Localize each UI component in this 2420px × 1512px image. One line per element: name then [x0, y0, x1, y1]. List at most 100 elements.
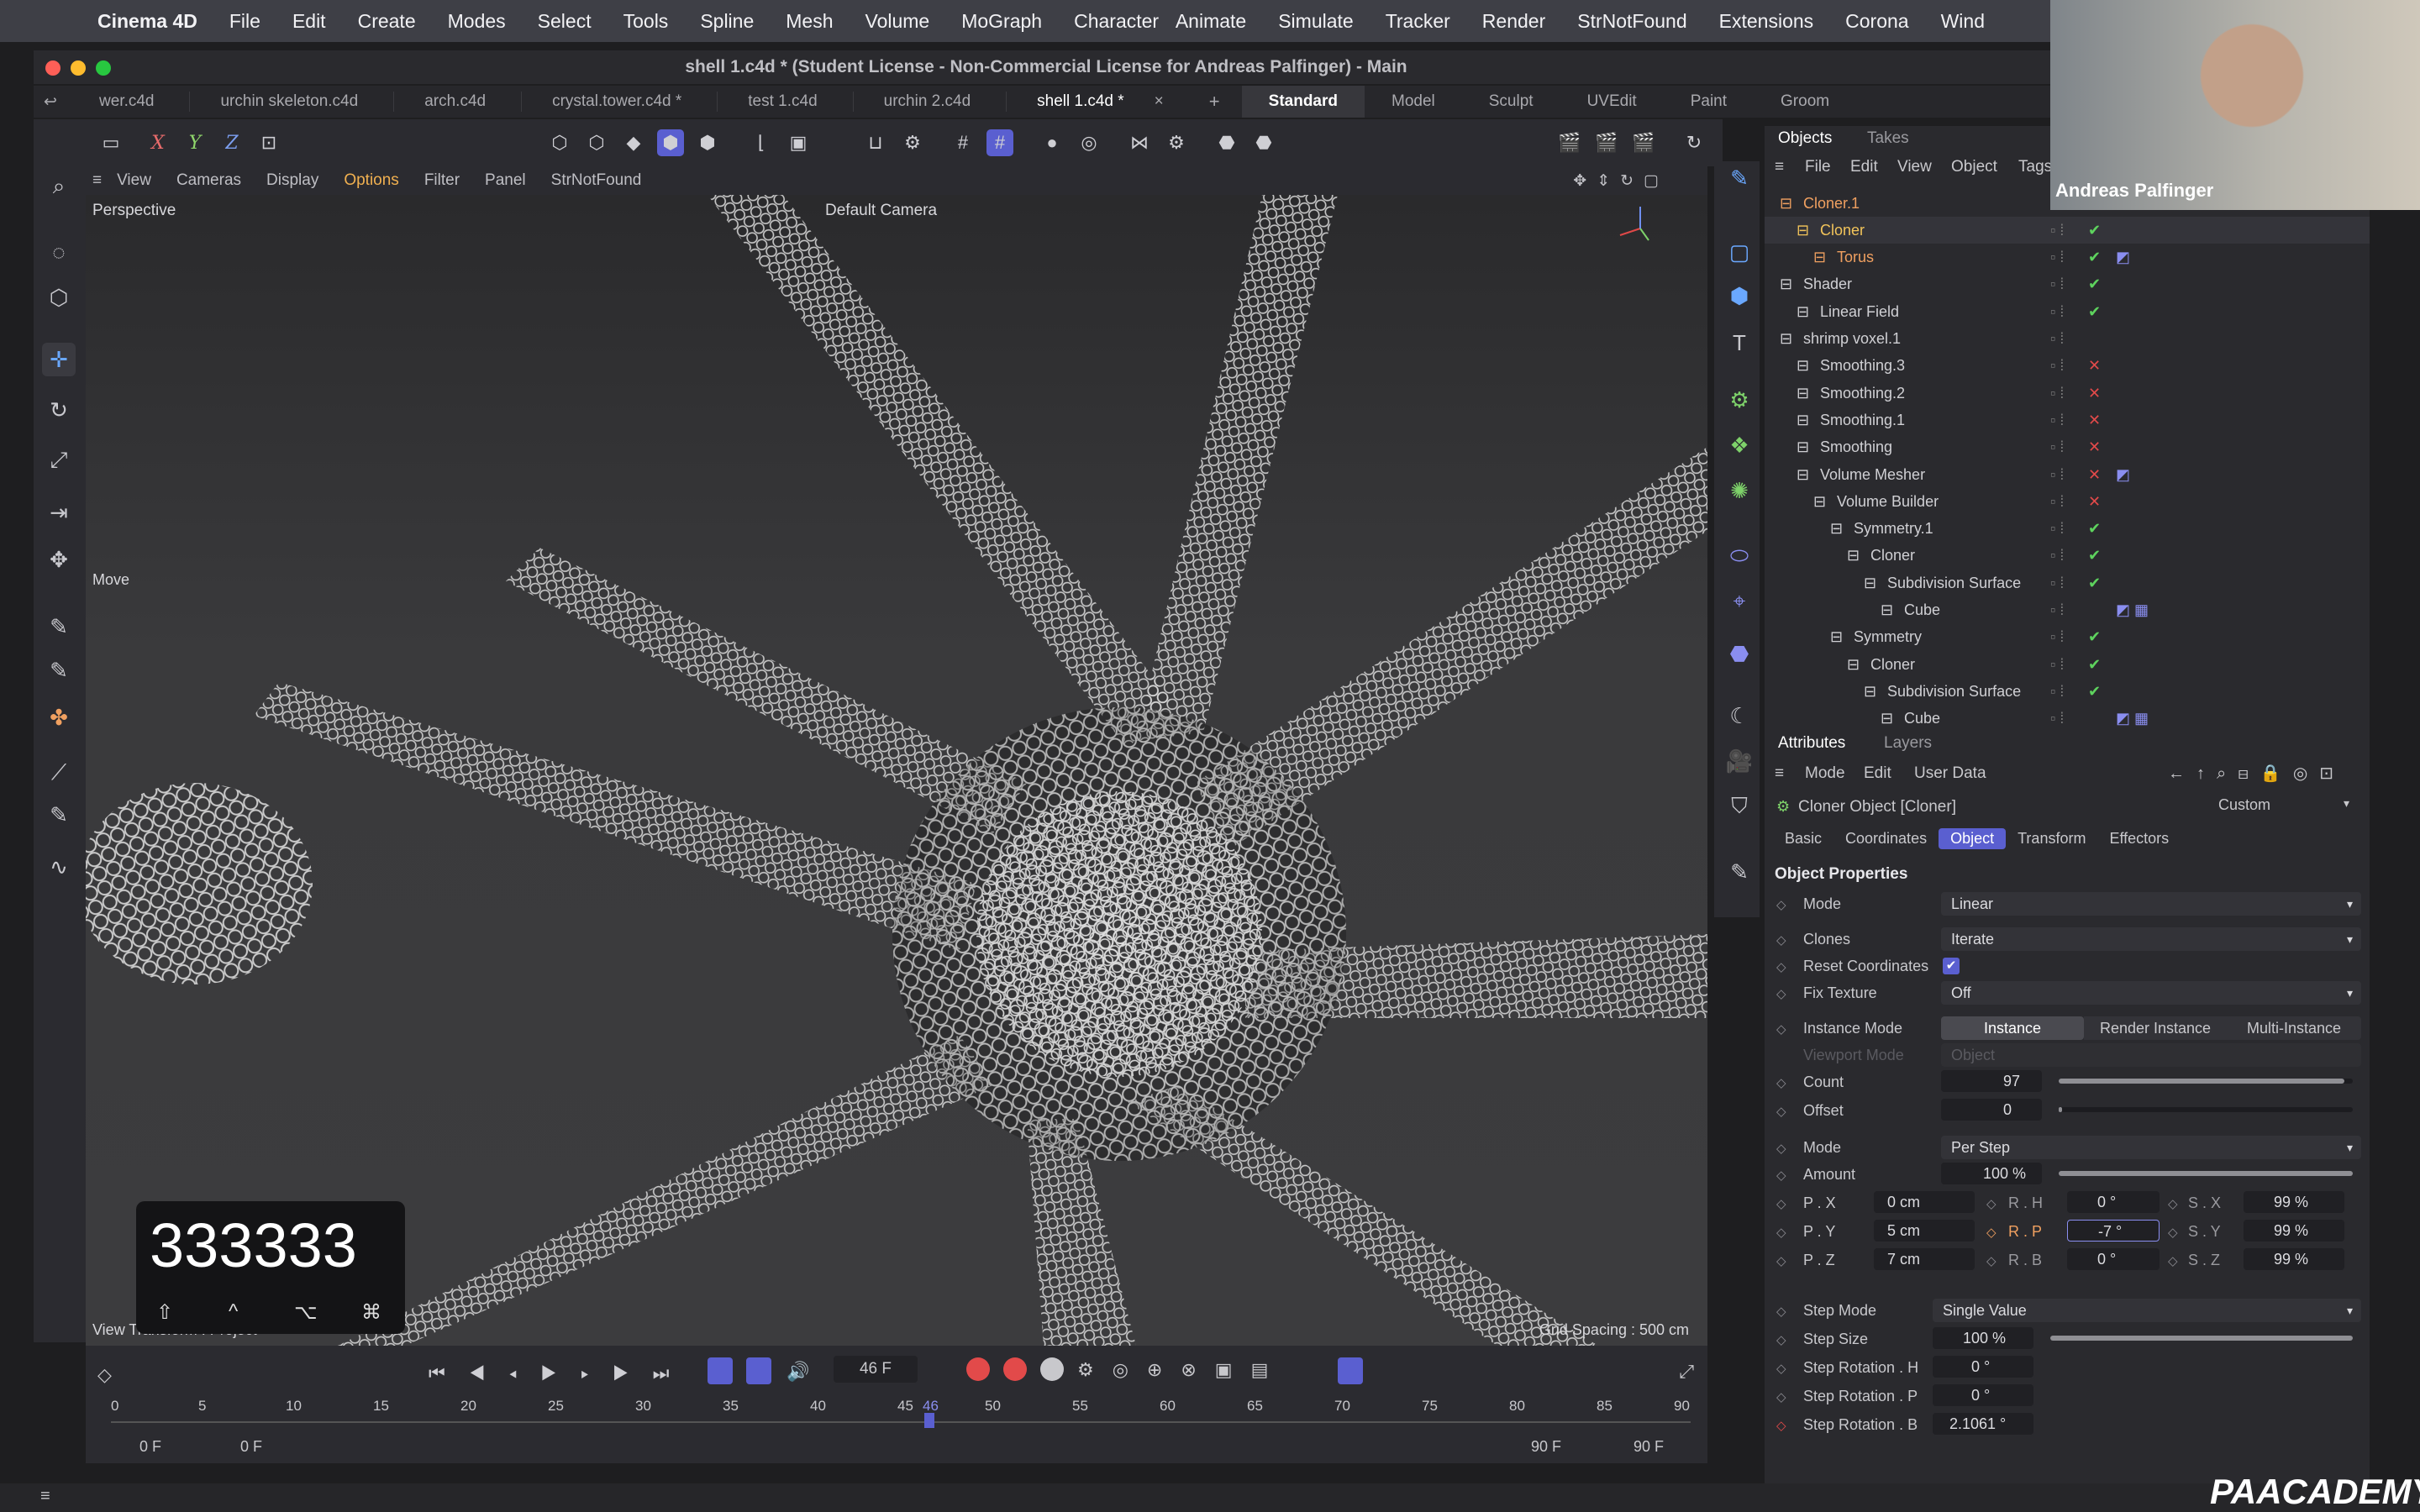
expand-timeline-icon[interactable]: ⤢ [1679, 1361, 1694, 1383]
object-row[interactable]: ⊟ Symmetry ▫ ⁞ ✔ [1765, 624, 2370, 651]
step-rotation-p-field[interactable]: 0 ° [1933, 1384, 2033, 1406]
viewport-menu-options[interactable]: Options [344, 171, 398, 190]
step-size-slider[interactable] [2050, 1336, 2353, 1341]
visibility-toggle-icon[interactable]: ▫ ⁞ [2050, 276, 2064, 293]
enable-toggle-icon[interactable]: ✕ [2088, 493, 2101, 511]
sz-field[interactable]: 99 % [2244, 1248, 2344, 1270]
render-target-icon[interactable]: ◎ [1076, 129, 1102, 156]
menu-select[interactable]: Select [538, 10, 592, 33]
object-row[interactable]: ⊟ Shader ▫ ⁞ ✔ [1765, 271, 2370, 298]
menu-file[interactable]: File [229, 10, 260, 33]
expand-toggle-icon[interactable]: ⊟ [1797, 412, 1815, 429]
expand-toggle-icon[interactable]: ⊟ [1847, 547, 1865, 564]
record-button[interactable] [966, 1357, 990, 1381]
object-row[interactable]: ⊟ Cloner ▫ ⁞ ✔ [1765, 217, 2370, 244]
instance-mode-render[interactable]: Render Instance [2084, 1016, 2227, 1040]
refresh-icon[interactable]: ↻ [1681, 129, 1707, 156]
menu-animate[interactable]: Animate [1176, 10, 1246, 33]
tab-takes[interactable]: Takes [1867, 129, 1909, 148]
symmetry-icon[interactable]: ⋈ [1126, 129, 1153, 156]
min-frame-field[interactable]: 0 F [139, 1438, 161, 1456]
enable-toggle-icon[interactable]: ✔ [2088, 683, 2101, 701]
status-hamburger-icon[interactable]: ≡ [40, 1487, 50, 1506]
visibility-toggle-icon[interactable]: ▫ ⁞ [2050, 656, 2064, 674]
expand-toggle-icon[interactable]: ⊟ [1881, 710, 1899, 727]
visibility-toggle-icon[interactable]: ▫ ⁞ [2050, 628, 2064, 646]
keyframe-diamond-icon[interactable]: ◇ [2168, 1196, 2178, 1211]
expand-toggle-icon[interactable]: ⊟ [1780, 195, 1798, 213]
offset-field[interactable]: 0 [1941, 1099, 2042, 1121]
cube-primitive-icon[interactable]: ⬢ [1723, 279, 1756, 312]
coordinate-system-icon[interactable]: ⊡ [255, 129, 282, 156]
keyframe-diamond-icon[interactable]: ◇ [1776, 959, 1786, 974]
layout-paint[interactable]: Paint [1664, 92, 1754, 111]
polygons-mode-icon[interactable]: ◆ [620, 129, 647, 156]
keyframe-diamond-icon[interactable]: ◇ [1776, 1418, 1786, 1433]
tab-file-3[interactable]: arch.c4d [394, 92, 523, 112]
edges-mode-icon[interactable]: ⬡ [583, 129, 610, 156]
light-icon[interactable]: ☾ [1723, 699, 1756, 732]
uv-mode-icon[interactable]: ⬢ [694, 129, 721, 156]
brush-icon[interactable]: ⟋ [42, 756, 76, 790]
visibility-toggle-icon[interactable]: ▫ ⁞ [2050, 520, 2064, 538]
playhead[interactable] [924, 1413, 934, 1428]
menu-render[interactable]: Render [1482, 10, 1545, 33]
axis-mode-icon[interactable]: ⌊ [748, 129, 775, 156]
rotate-tool-icon[interactable]: ↻ [42, 393, 76, 427]
object-row[interactable]: ⊟ Cloner ▫ ⁞ ✔ [1765, 543, 2370, 570]
preview-min-field[interactable]: 0 F [240, 1438, 262, 1456]
axis-x-button[interactable]: X [145, 129, 171, 156]
object-tag-icon[interactable]: ◩ ▦ [2116, 710, 2149, 727]
fix-texture-dropdown[interactable]: Off ▾ [1941, 981, 2361, 1005]
tab-objects[interactable]: Objects [1778, 129, 1832, 148]
menu-tracker[interactable]: Tracker [1386, 10, 1450, 33]
render-picture-viewer-icon[interactable]: 🎬 [1593, 129, 1620, 156]
3d-viewport[interactable]: Perspective Default Camera Move Grid Spa… [86, 195, 1707, 1346]
expand-toggle-icon[interactable]: ⊟ [1797, 222, 1815, 239]
visibility-toggle-icon[interactable]: ▫ ⁞ [2050, 385, 2064, 402]
keyframe-diamond-icon[interactable]: ◇ [1776, 1389, 1786, 1404]
enable-toggle-icon[interactable]: ✔ [2088, 276, 2101, 293]
soft-selection-icon[interactable]: ● [1039, 129, 1065, 156]
keyframe-diamond-icon[interactable]: ◇ [1776, 1304, 1786, 1319]
keyframe-diamond-icon[interactable]: ◇ [1776, 1253, 1786, 1268]
spline-pen-palette-icon[interactable]: ✎ [1723, 161, 1756, 195]
preview-range-button[interactable] [746, 1357, 771, 1384]
spline-pen-icon[interactable]: ✎ [42, 610, 76, 643]
current-frame-field[interactable]: 46 F [834, 1356, 918, 1383]
object-row[interactable]: ⊟ Torus ▫ ⁞ ✔ ◩ [1765, 244, 2370, 271]
workplane-grid-icon[interactable]: # [986, 129, 1013, 156]
timeline-ruler[interactable]: 0 5 10 15 20 25 30 35 40 45 46 50 55 60 … [111, 1398, 1691, 1431]
field-icon[interactable]: ⬭ [1723, 539, 1756, 573]
visibility-toggle-icon[interactable]: ▫ ⁞ [2050, 222, 2064, 239]
expand-toggle-icon[interactable]: ⊟ [1797, 303, 1815, 321]
reset-coordinates-checkbox[interactable]: ✔ [1943, 958, 1960, 974]
camera-object-icon[interactable]: ⌖ [1723, 585, 1756, 618]
object-tag-icon[interactable]: ◩ [2116, 466, 2130, 484]
tab-file-6[interactable]: urchin 2.c4d [854, 92, 1007, 112]
undo-panel-icon[interactable]: ▭ [97, 129, 124, 156]
objects-menu-edit[interactable]: Edit [1850, 158, 1878, 176]
menu-create[interactable]: Create [358, 10, 416, 33]
snap-settings-icon[interactable]: ⚙ [899, 129, 926, 156]
sketch-icon[interactable]: ✎ [42, 654, 76, 687]
expand-toggle-icon[interactable]: ⊟ [1830, 520, 1849, 538]
layout-groom[interactable]: Groom [1754, 92, 1856, 111]
visibility-toggle-icon[interactable]: ▫ ⁞ [2050, 330, 2064, 348]
snap-icon[interactable]: ⊔ [862, 129, 889, 156]
object-row[interactable]: ⊟ Smoothing ▫ ⁞ ✕ [1765, 434, 2370, 461]
expand-toggle-icon[interactable]: ⊟ [1864, 683, 1882, 701]
viewport-menu-strnotfound[interactable]: StrNotFound [551, 171, 642, 190]
enable-toggle-icon[interactable]: ✕ [2088, 357, 2101, 375]
keyframe-diamond-icon[interactable]: ◇ [2168, 1253, 2178, 1268]
poly-pen-icon[interactable]: ✤ [42, 701, 76, 734]
attributes-nav-icons[interactable]: ←↑⌕⊟🔒◎⊡ [2168, 763, 2345, 784]
viewport-menu-display[interactable]: Display [266, 171, 318, 190]
object-row[interactable]: ⊟ Volume Mesher ▫ ⁞ ✕ ◩ [1765, 461, 2370, 488]
keyframe-diamond-icon[interactable]: ◇ [1776, 1196, 1786, 1211]
menu-mograph[interactable]: MoGraph [961, 10, 1042, 33]
points-mode-icon[interactable]: ⬡ [546, 129, 573, 156]
objects-menu-object[interactable]: Object [1951, 158, 1997, 176]
keyframe-diamond-icon[interactable]: ◇ [1776, 1361, 1786, 1376]
rp-field[interactable]: -7 ° [2067, 1220, 2160, 1242]
